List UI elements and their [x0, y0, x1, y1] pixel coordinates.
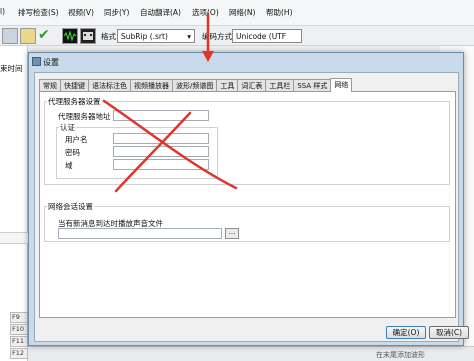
waveform-icon[interactable]	[62, 28, 78, 44]
tab-network[interactable]: 网络	[330, 78, 353, 92]
password-label: 密码	[65, 148, 80, 157]
settings-tabs: 常规 快捷键 语法标注色 视频播放器 波形/频谱图 工具 词汇表 工具栏 SSA…	[39, 78, 353, 92]
menubar: l) 排写检查(S) 视频(V) 同步(Y) 自动翻译(A) 选项(O) 网络(…	[0, 0, 474, 26]
settings-window-icon	[32, 57, 41, 66]
end-time-header: 束时间	[0, 64, 23, 73]
format-label: 格式	[101, 32, 116, 41]
format-icon[interactable]	[20, 28, 36, 44]
auth-group-title: 认证	[59, 122, 76, 133]
function-key-f10[interactable]: F10	[10, 324, 28, 335]
status-bar: 在末尾添加波形	[28, 346, 474, 361]
subtitle-list-panel[interactable]: 束时间 F9 F10 F11 F12	[0, 46, 28, 361]
menu-options[interactable]: 选项(O)	[192, 7, 219, 18]
encoding-select-value: Unicode (UTF	[236, 32, 287, 41]
dialog-body: 常规 快捷键 语法标注色 视频播放器 波形/频谱图 工具 词汇表 工具栏 SSA…	[34, 72, 469, 342]
format-select[interactable]: SubRip (.srt) ▾	[117, 29, 195, 43]
horizontal-scrollbar[interactable]	[0, 232, 28, 244]
check-icon[interactable]: ✔	[38, 28, 54, 44]
toolbar-icon-partial[interactable]	[2, 28, 18, 44]
format-select-value: SubRip (.srt)	[121, 32, 168, 41]
username-input[interactable]	[113, 133, 209, 144]
proxy-group-title: 代理服务器设置	[47, 96, 102, 107]
function-key-f9[interactable]: F9	[10, 312, 28, 323]
domain-label: 域	[65, 161, 73, 170]
video-icon[interactable]	[80, 28, 96, 44]
ok-button[interactable]: 确定(O)	[386, 326, 426, 339]
session-group-title: 网络会话设置	[47, 201, 94, 212]
encoding-select[interactable]: Unicode (UTF	[232, 29, 302, 43]
settings-dialog: 设置 常规 快捷键 语法标注色 视频播放器 波形/频谱图 工具 词汇表 工具栏 …	[28, 52, 469, 346]
film-glyph-icon	[83, 32, 93, 40]
cancel-button[interactable]: 取消(C)	[429, 326, 469, 339]
network-tab-panel: 代理服务器设置 代理服务器地址 认证 用户名 密码 域 网络会话设置 当有新消息…	[39, 91, 456, 318]
encoding-label: 编码方式	[202, 32, 232, 41]
sound-file-input[interactable]	[58, 228, 222, 239]
domain-input[interactable]	[113, 159, 209, 170]
menu-auto-translate[interactable]: 自动翻译(A)	[140, 7, 181, 18]
dialog-title: 设置	[43, 58, 59, 67]
proxy-address-input[interactable]	[113, 110, 209, 121]
waveform-glyph-icon	[63, 30, 77, 42]
username-label: 用户名	[65, 135, 88, 144]
menu-network[interactable]: 网络(N)	[229, 7, 255, 18]
menu-item-fragment[interactable]: l)	[0, 7, 5, 16]
proxy-address-label: 代理服务器地址	[58, 112, 111, 121]
browse-button[interactable]: ...	[225, 228, 239, 239]
function-key-f11[interactable]: F11	[10, 336, 28, 347]
toolbar: ✔ 格式 SubRip (.srt) ▾ 编码方式 Unicode (UTF	[0, 26, 474, 46]
function-key-f12[interactable]: F12	[10, 348, 28, 359]
chevron-down-icon: ▾	[187, 32, 191, 41]
menu-spell-check[interactable]: 排写检查(S)	[18, 7, 59, 18]
menu-sync[interactable]: 同步(Y)	[104, 7, 129, 18]
status-text: 在末尾添加波形	[376, 351, 425, 359]
password-input[interactable]	[113, 146, 209, 157]
menu-video[interactable]: 视频(V)	[68, 7, 94, 18]
menu-help[interactable]: 帮助(H)	[266, 7, 293, 18]
